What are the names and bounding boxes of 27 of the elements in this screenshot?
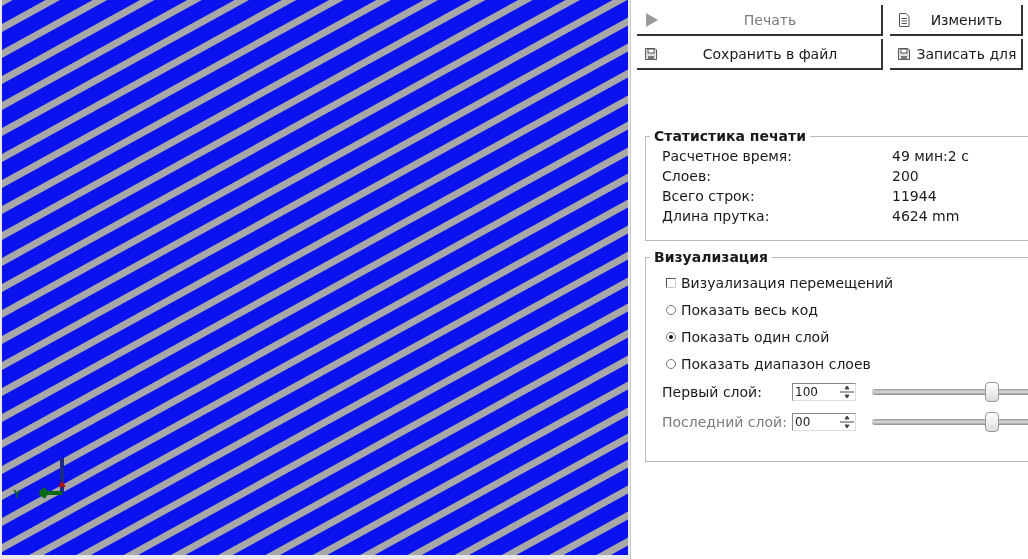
toolbar-button[interactable]: Изменить (890, 5, 1023, 36)
option-label[interactable]: Показать один слой (681, 328, 830, 345)
toolbar-button[interactable]: Сохранить в файл (637, 39, 883, 70)
stat-value: 49 мин:2 с (892, 148, 970, 164)
play-icon (643, 11, 659, 28)
spin-arrows-icon[interactable] (839, 414, 855, 430)
group-title: Статистика печати (653, 128, 807, 144)
toolbar-button[interactable]: Записать для (890, 39, 1023, 70)
layer-label: Последний слой: (662, 414, 788, 430)
option-label[interactable]: Визуализация перемещений (681, 274, 894, 291)
stat-value: 11944 (892, 188, 938, 204)
slider-handle[interactable] (985, 382, 999, 402)
layer-label: Первый слой: (662, 384, 763, 400)
stat-value: 4624 mm (892, 208, 961, 224)
stat-label: Слоев: (662, 168, 712, 184)
document-icon (896, 11, 912, 28)
stat-label: Расчетное время: (662, 148, 793, 164)
stat-value: 200 (892, 168, 920, 184)
stat-label: Всего строк: (662, 188, 756, 204)
group-title: Визуализация (653, 249, 769, 265)
option-label[interactable]: Показать весь код (681, 301, 818, 318)
axes-icon (13, 458, 66, 499)
option-label[interactable]: Показать диапазон слоев (681, 355, 871, 372)
spin-arrows-icon[interactable] (839, 384, 855, 400)
checkbox[interactable] (666, 277, 676, 288)
layer-spinbox[interactable]: 100 (792, 383, 856, 401)
stat-label: Длина прутка: (662, 208, 771, 224)
